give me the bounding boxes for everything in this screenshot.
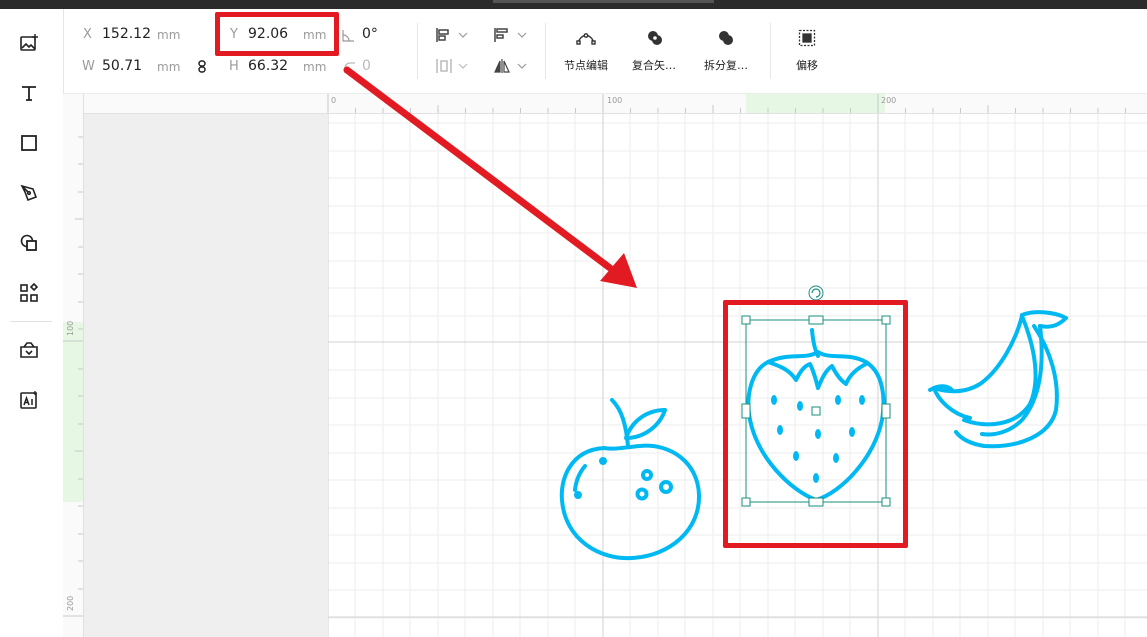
divider bbox=[417, 23, 418, 79]
page-margin-area bbox=[84, 114, 328, 637]
align-left-icon[interactable] bbox=[434, 26, 454, 44]
align-top-icon[interactable] bbox=[492, 26, 512, 44]
node-edit-icon[interactable] bbox=[575, 29, 597, 47]
y-field-highlight bbox=[215, 12, 339, 56]
lock-ratio-icon[interactable] bbox=[196, 59, 208, 73]
chevron-down-icon[interactable] bbox=[516, 60, 528, 72]
ruler-selection-highlight bbox=[746, 94, 885, 113]
split-compound-icon[interactable] bbox=[715, 29, 737, 47]
flip-icon[interactable] bbox=[492, 57, 512, 75]
ruler-label: 200 bbox=[881, 96, 897, 105]
material-icon[interactable] bbox=[17, 338, 41, 362]
combine-vector-button[interactable]: 复合矢… bbox=[624, 57, 684, 73]
angle-icon bbox=[341, 28, 355, 42]
ruler-tick-marks bbox=[327, 94, 1126, 113]
offset-icon[interactable] bbox=[796, 29, 818, 47]
shapes-icon[interactable] bbox=[17, 231, 41, 255]
toolbar-divider bbox=[10, 321, 52, 322]
corner-radius-field[interactable]: 0 bbox=[362, 58, 371, 74]
ruler-label: 0 bbox=[331, 96, 337, 105]
rotation-field[interactable]: 0° bbox=[362, 26, 378, 42]
ruler-ticks bbox=[63, 136, 83, 617]
x-label: X bbox=[83, 27, 92, 42]
chevron-down-icon[interactable] bbox=[457, 29, 469, 41]
strawberry-highlight bbox=[723, 300, 908, 548]
ruler-label: 100 bbox=[66, 320, 75, 336]
chevron-down-icon[interactable] bbox=[516, 29, 528, 41]
left-ruler[interactable]: 100 200 bbox=[63, 94, 84, 637]
node-edit-button[interactable]: 节点编辑 bbox=[558, 57, 614, 73]
h-unit: mm bbox=[303, 60, 327, 74]
rectangle-icon[interactable] bbox=[17, 131, 41, 155]
window-top-bar bbox=[0, 0, 1147, 9]
divider bbox=[770, 23, 771, 79]
w-label: W bbox=[82, 59, 95, 74]
ai-icon[interactable] bbox=[17, 388, 41, 412]
corner-radius-icon bbox=[343, 61, 357, 75]
h-field[interactable]: 66.32 bbox=[248, 58, 288, 74]
h-label: H bbox=[229, 59, 239, 74]
image-add-icon[interactable] bbox=[17, 31, 41, 55]
x-field[interactable]: 152.12 bbox=[102, 26, 151, 42]
combine-vector-icon[interactable] bbox=[644, 29, 666, 47]
distribute-icon[interactable] bbox=[434, 57, 454, 75]
divider bbox=[545, 23, 546, 79]
offset-button[interactable]: 偏移 bbox=[786, 57, 828, 73]
ruler-selection-highlight bbox=[63, 322, 83, 502]
top-ruler[interactable]: 0 100 200 bbox=[83, 94, 1147, 114]
split-compound-button[interactable]: 拆分复… bbox=[696, 57, 756, 73]
w-field[interactable]: 50.71 bbox=[102, 58, 142, 74]
elements-icon[interactable] bbox=[17, 281, 41, 305]
left-toolbar bbox=[0, 9, 64, 637]
pen-icon[interactable] bbox=[17, 181, 41, 205]
w-unit: mm bbox=[157, 60, 181, 74]
chevron-down-icon[interactable] bbox=[457, 60, 469, 72]
ruler-label: 100 bbox=[607, 96, 623, 105]
x-unit: mm bbox=[157, 28, 181, 42]
window-tab bbox=[493, 0, 714, 3]
ruler-label: 200 bbox=[66, 595, 75, 611]
text-icon[interactable] bbox=[17, 81, 41, 105]
